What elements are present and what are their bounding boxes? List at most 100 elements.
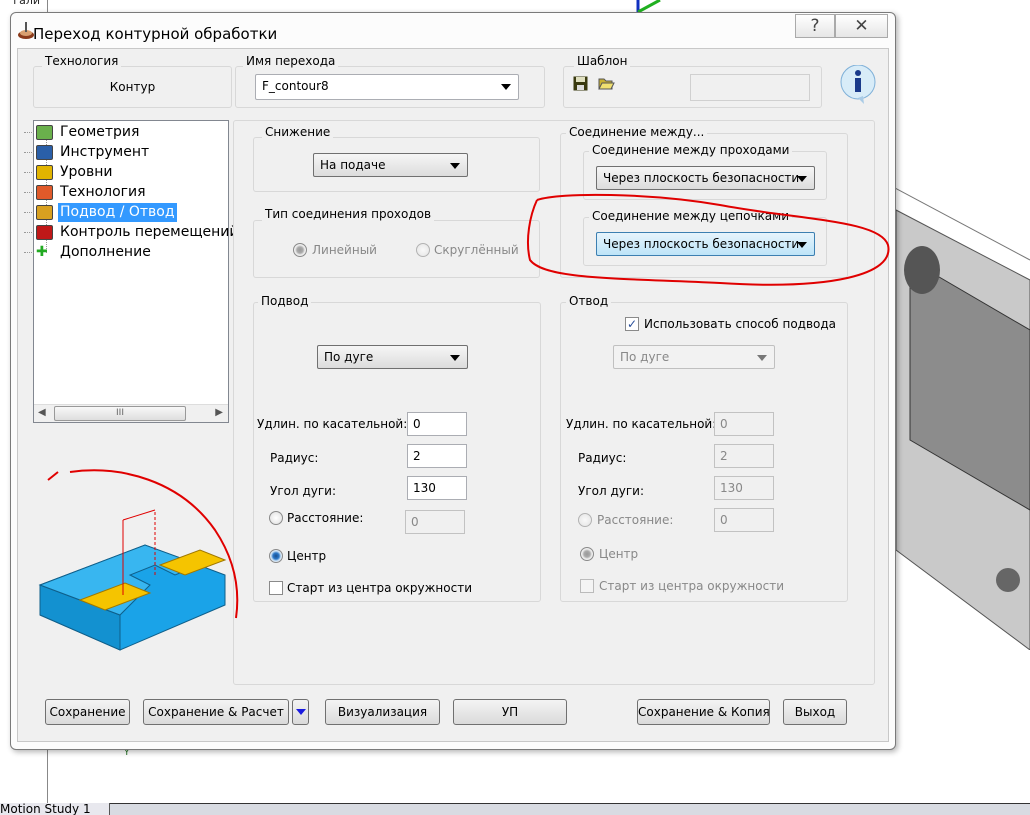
tree-item-label: Геометрия (60, 124, 140, 140)
lead-in-tangent-label: Удлин. по касательной: (257, 417, 408, 431)
tree-item-label: Дополнение (60, 244, 151, 260)
lead-in-label: Подвод (258, 294, 312, 308)
lead-in-distance-radio[interactable] (269, 511, 283, 525)
save-copy-button[interactable]: Сохранение & Копия (637, 699, 770, 725)
tree-item[interactable]: Технология (24, 183, 148, 202)
lead-out-mode-dropdown[interactable]: По дуге (613, 345, 775, 369)
lead-out-tangent-label: Удлин. по касательной: (566, 417, 717, 431)
lead-in-tangent-input[interactable]: 0 (407, 412, 467, 436)
lead-out-mode-value: По дуге (620, 350, 670, 364)
tree-item-label: Подвод / Отвод (60, 204, 175, 220)
tree-item-label: Уровни (60, 164, 113, 180)
between-passes-value: Через плоскость безопасности (603, 171, 800, 185)
nc-button[interactable]: УП (453, 699, 567, 725)
visualize-button[interactable]: Визуализация (325, 699, 440, 725)
connection-label: Соединение между... (566, 125, 708, 139)
between-chains-value: Через плоскость безопасности (603, 237, 800, 251)
tree-horizontal-scrollbar[interactable]: ◀ III ▶ (34, 404, 228, 422)
lead-in-arc-angle-label: Угол дуги: (270, 484, 336, 498)
lead-in-illustration (38, 509, 227, 651)
info-icon[interactable] (839, 65, 879, 105)
lead-in-center-label: Центр (287, 549, 327, 563)
motion-study-tab[interactable]: Motion Study 1 (0, 803, 110, 815)
save-button[interactable]: Сохранение (45, 699, 130, 725)
lead-in-distance-input[interactable]: 0 (405, 510, 465, 534)
lead-out-start-center-checkbox[interactable] (580, 579, 594, 593)
save-calc-button[interactable]: Сохранение & Расчет (143, 699, 289, 725)
operation-name-combo[interactable]: F_contour8 (255, 74, 519, 100)
between-passes-label: Соединение между проходами (589, 143, 793, 157)
lead-out-arc-angle-label: Угол дуги: (578, 484, 644, 498)
lead-in-start-center-label: Старт из центра окружности (287, 581, 473, 595)
lead-out-tangent-input[interactable]: 0 (714, 412, 774, 436)
technology-value: Контур (109, 80, 156, 94)
background-tree-fragment: гали (13, 0, 40, 7)
part-hole-2 (996, 568, 1020, 592)
chevron-down-icon (757, 355, 767, 361)
scroll-thumb[interactable]: III (54, 406, 186, 421)
use-lead-in-checkbox[interactable]: ✓ (625, 317, 639, 331)
navigation-tree: Геометрия Инструмент Уровни Технология Подво… (24, 120, 239, 423)
lead-out-arc-angle-input[interactable]: 130 (714, 476, 774, 500)
tree-item[interactable]: Геометрия (24, 123, 141, 142)
descent-label: Снижение (262, 125, 334, 139)
tree-connector (24, 232, 34, 233)
between-passes-dropdown[interactable]: Через плоскость безопасности (596, 166, 815, 190)
tool-icon (36, 145, 53, 160)
tree-connector (24, 172, 34, 173)
lead-in-mode-value: По дуге (324, 350, 374, 364)
tree-item-label: Контроль перемещений (60, 224, 239, 240)
technology-label: Технология (42, 54, 122, 68)
template-field[interactable] (690, 74, 810, 101)
operation-name-value: F_contour8 (262, 79, 329, 93)
geometry-icon (36, 125, 53, 140)
lead-out-center-label: Центр (599, 547, 639, 561)
descent-dropdown[interactable]: На подаче (313, 153, 468, 177)
close-button[interactable]: ✕ (835, 14, 888, 38)
tree-item[interactable]: ✚ Дополнение (24, 243, 153, 262)
chevron-down-icon (296, 709, 306, 715)
chevron-down-icon (501, 84, 511, 90)
tree-item-label: Инструмент (60, 144, 150, 160)
scroll-right-icon[interactable]: ▶ (215, 407, 223, 418)
tree-item[interactable]: Контроль перемещений (24, 223, 241, 242)
rounded-radio[interactable] (416, 243, 430, 257)
lead-out-distance-input[interactable]: 0 (714, 508, 774, 532)
lead-out-start-center-label: Старт из центра окружности (599, 579, 785, 593)
lead-out-distance-label: Расстояние: (597, 513, 674, 527)
save-template-icon[interactable] (573, 76, 588, 91)
tree-item[interactable]: Инструмент (24, 143, 151, 162)
chevron-down-icon (450, 355, 460, 361)
tree-connector (24, 252, 34, 253)
exit-button[interactable]: Выход (783, 699, 847, 725)
linear-label: Линейный (312, 243, 377, 257)
lead-in-start-center-checkbox[interactable] (269, 581, 283, 595)
tree-connector (24, 212, 34, 213)
scroll-left-icon[interactable]: ◀ (38, 407, 46, 418)
tree-item[interactable]: Уровни (24, 163, 115, 182)
lead-in-mode-dropdown[interactable]: По дуге (317, 345, 468, 369)
lead-out-center-radio[interactable] (580, 547, 594, 561)
lead-in-arc-angle-input[interactable]: 130 (407, 476, 467, 500)
tree-connector (24, 132, 34, 133)
dialog-title: Переход контурной обработки (33, 25, 278, 43)
cad-model-view (880, 179, 1030, 650)
rounded-label: Скруглённый (434, 243, 519, 257)
template-label: Шаблон (574, 54, 631, 68)
tree-item-label: Технология (60, 184, 146, 200)
levels-icon (36, 165, 53, 180)
lead-in-radius-input[interactable]: 2 (407, 444, 467, 468)
status-bar (0, 803, 1030, 815)
linear-radio[interactable] (293, 243, 307, 257)
save-calc-dropdown-button[interactable] (292, 699, 309, 725)
descent-value: На подаче (320, 158, 386, 172)
between-chains-dropdown[interactable]: Через плоскость безопасности (596, 232, 815, 256)
plus-icon: ✚ (36, 244, 48, 260)
lead-in-center-radio[interactable] (269, 549, 283, 563)
open-template-icon[interactable] (598, 75, 615, 90)
tree-item[interactable]: Подвод / Отвод (24, 203, 177, 222)
lead-out-distance-radio[interactable] (578, 513, 592, 527)
lead-out-radius-input[interactable]: 2 (714, 444, 774, 468)
help-button[interactable]: ? (795, 14, 835, 38)
pass-link-type-label: Тип соединения проходов (262, 207, 435, 221)
